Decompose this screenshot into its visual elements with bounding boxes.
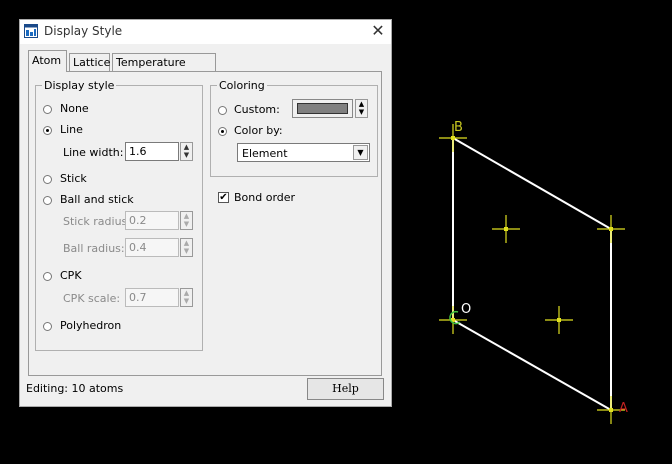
- bond-order-checkbox[interactable]: ✔: [218, 192, 229, 203]
- line-width-arrows[interactable]: ▲ ▼: [180, 142, 193, 161]
- axis-label-a: A: [619, 401, 628, 416]
- ball-radius-arrows: ▲ ▼: [180, 238, 193, 257]
- atom-marker[interactable]: [492, 215, 520, 243]
- status-text: Editing: 10 atoms: [26, 382, 124, 395]
- tab-atom[interactable]: Atom: [28, 50, 67, 72]
- ball-and-stick-label[interactable]: Ball and stick: [60, 193, 134, 206]
- polyhedron-label[interactable]: Polyhedron: [60, 319, 121, 332]
- chevron-down-icon[interactable]: ▼: [353, 145, 368, 160]
- cpk-radio[interactable]: [43, 272, 52, 281]
- spin-up-icon[interactable]: ▲: [356, 100, 367, 108]
- ball-radius-input: 0.4: [125, 238, 179, 257]
- none-radio[interactable]: [43, 105, 52, 114]
- app-icon: [24, 24, 38, 38]
- stick-label[interactable]: Stick: [60, 172, 87, 185]
- spin-up-icon: ▲: [183, 239, 190, 247]
- stick-radio[interactable]: [43, 175, 52, 184]
- color-by-select[interactable]: Element ▼: [237, 143, 370, 162]
- spin-down-icon: ▼: [183, 247, 190, 255]
- atom-marker[interactable]: [597, 215, 625, 243]
- line-width-label: Line width:: [63, 146, 124, 159]
- cpk-scale-arrows: ▲ ▼: [180, 288, 193, 307]
- bond-order-label[interactable]: Bond order: [234, 191, 295, 204]
- color-by-label[interactable]: Color by:: [234, 124, 283, 137]
- stick-radius-input: 0.2: [125, 211, 179, 230]
- polyhedron-radio[interactable]: [43, 322, 52, 331]
- stick-radius-arrows: ▲ ▼: [180, 211, 193, 230]
- dialog-title: Display Style: [44, 24, 123, 38]
- spin-down-icon[interactable]: ▼: [356, 108, 367, 116]
- color-by-value: Element: [242, 147, 288, 160]
- cpk-label[interactable]: CPK: [60, 269, 82, 282]
- structure-viewer[interactable]: B O A: [392, 0, 672, 464]
- atom-marker[interactable]: [545, 306, 573, 334]
- stick-radius-label: Stick radius:: [63, 215, 131, 228]
- custom-color-label[interactable]: Custom:: [234, 103, 280, 116]
- spin-down-icon: ▼: [183, 297, 190, 305]
- cpk-scale-label: CPK scale:: [63, 292, 121, 305]
- axis-label-o: O: [461, 302, 471, 317]
- line-width-input[interactable]: 1.6: [125, 142, 179, 161]
- title-bar[interactable]: Display Style ✕: [20, 20, 391, 44]
- none-label[interactable]: None: [60, 102, 89, 115]
- ball-and-stick-radio[interactable]: [43, 196, 52, 205]
- cpk-scale-input: 0.7: [125, 288, 179, 307]
- spin-down-icon: ▼: [183, 220, 190, 228]
- color-by-radio[interactable]: [218, 127, 227, 136]
- spin-down-icon[interactable]: ▼: [181, 151, 192, 159]
- display-style-legend: Display style: [44, 79, 115, 92]
- line-label[interactable]: Line: [60, 123, 83, 136]
- custom-color-button[interactable]: [292, 99, 353, 118]
- close-button[interactable]: ✕: [370, 23, 386, 39]
- display-style-dialog: Display Style ✕ Atom Lattice Temperature…: [19, 19, 392, 407]
- spin-up-icon: ▲: [183, 289, 190, 297]
- ball-radius-label: Ball radius:: [63, 242, 125, 255]
- unit-cell-outline: [452, 137, 612, 411]
- coloring-legend: Coloring: [219, 79, 265, 92]
- color-swatch: [297, 103, 348, 114]
- custom-color-radio[interactable]: [218, 106, 227, 115]
- custom-color-arrows[interactable]: ▲ ▼: [355, 99, 368, 118]
- tab-lattice[interactable]: Lattice: [69, 53, 110, 71]
- axis-label-b: B: [454, 120, 463, 135]
- line-radio[interactable]: [43, 126, 52, 135]
- spin-up-icon: ▲: [183, 212, 190, 220]
- spin-up-icon[interactable]: ▲: [181, 143, 192, 151]
- tab-temperature-factor[interactable]: Temperature Factor: [112, 53, 216, 87]
- help-button[interactable]: Help: [307, 378, 384, 400]
